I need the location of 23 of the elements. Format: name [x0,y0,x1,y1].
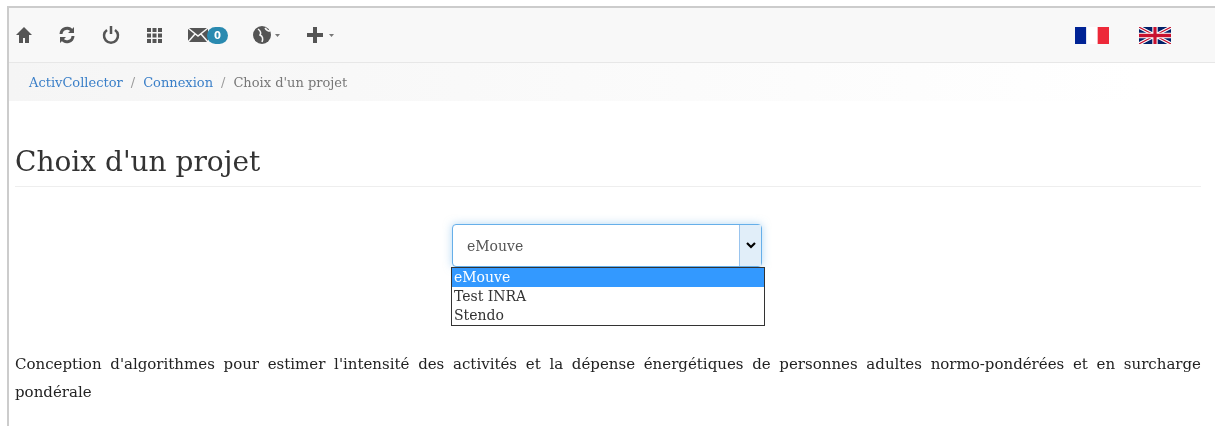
dropdown-option[interactable]: eMouve [452,268,764,287]
mail-icon [187,27,209,43]
breadcrumb-link[interactable]: Connexion [143,74,214,90]
globe-icon[interactable] [251,25,282,45]
project-description: Conception d'algorithmes pour estimer l'intensité des activités et la dépense énergétiques de personnes adultes normo-pondérées et en surcharge pondérale [15,354,1201,403]
uk-flag-icon[interactable] [1139,26,1171,44]
power-icon[interactable] [101,25,121,45]
dropdown-option[interactable]: Test INRA [452,287,764,306]
plus-icon[interactable] [305,25,336,45]
breadcrumb-separator: / [130,74,136,90]
page-heading: Choix d'un projet [15,145,1201,187]
breadcrumb-separator: / [221,74,226,90]
home-icon[interactable] [15,25,33,45]
chevron-down-icon [745,242,756,249]
breadcrumb-link[interactable]: ActivCollector [29,74,123,90]
refresh-icon[interactable] [57,25,77,45]
french-flag-icon[interactable] [1075,26,1109,44]
dropdown-option[interactable]: Stendo [452,306,764,325]
project-select[interactable]: eMouve [452,224,762,267]
mail-button[interactable]: 0 [187,26,228,44]
mail-count-badge: 0 [207,26,228,44]
breadcrumb-current: Choix d'un projet [233,74,348,90]
grid-icon[interactable] [145,25,163,45]
